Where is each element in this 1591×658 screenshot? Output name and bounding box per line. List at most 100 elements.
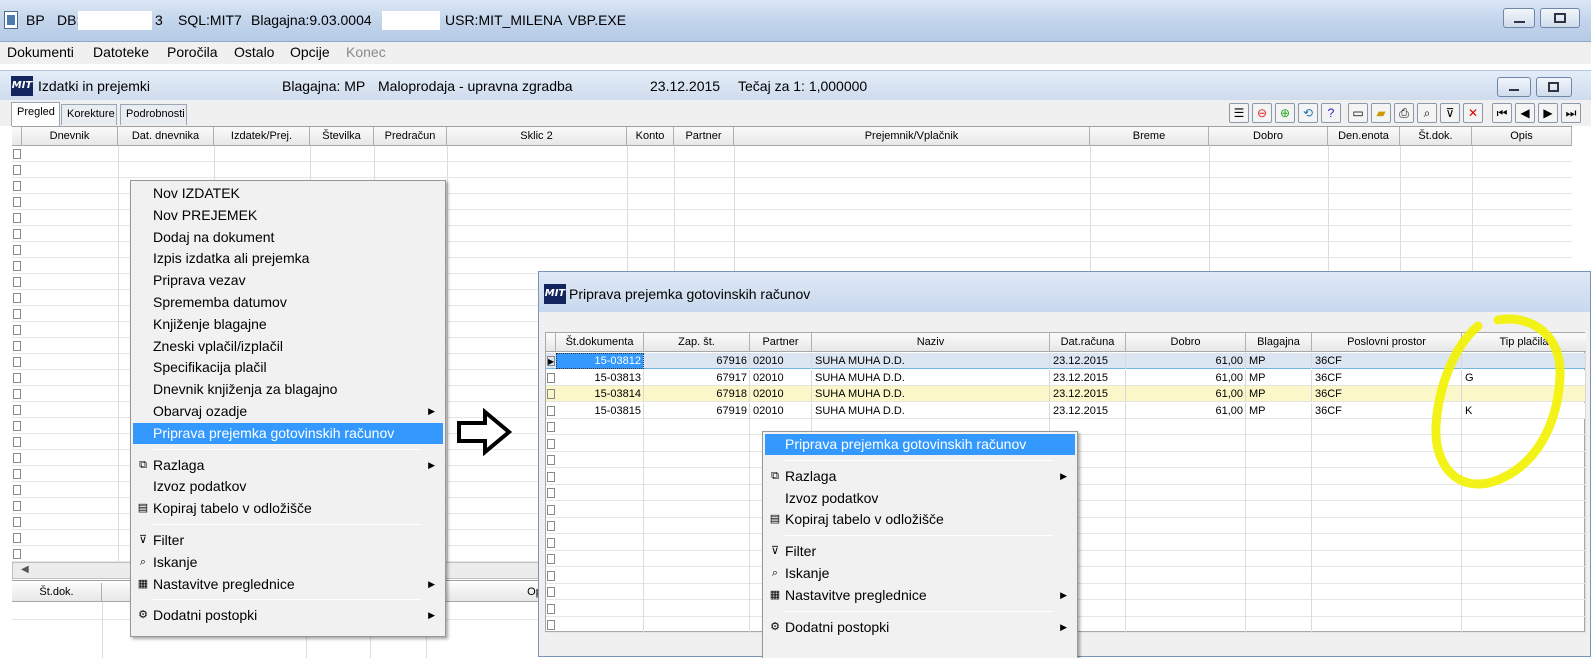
row-selector[interactable]	[13, 485, 21, 495]
row-selector[interactable]	[13, 293, 21, 303]
menu-item[interactable]: Izvoz podatkov	[133, 476, 443, 497]
nav-first-icon[interactable]: ⏮	[1492, 103, 1512, 123]
menu-item[interactable]: Sprememba datumov	[133, 292, 443, 313]
toolbar-add-icon[interactable]: ⊕	[1275, 103, 1295, 123]
cell-naziv[interactable]: SUHA MUHA D.D.	[812, 353, 1050, 369]
col-dobro[interactable]: Dobro	[1209, 127, 1328, 146]
row-selector[interactable]	[547, 455, 555, 465]
menu-item[interactable]: ⊽ Filter	[133, 530, 443, 551]
row-selector[interactable]	[13, 469, 21, 479]
tab-korekture[interactable]: Korekture	[61, 104, 117, 125]
row-selector[interactable]	[13, 405, 21, 415]
row-selector[interactable]	[547, 620, 555, 630]
menu-item[interactable]: ⧉ Razlaga ▶	[765, 466, 1075, 487]
menu-opcije[interactable]: Opcije	[290, 44, 330, 60]
row-selector[interactable]	[13, 325, 21, 335]
cell-dat-racuna[interactable]: 23.12.2015	[1050, 369, 1126, 386]
cell-naziv[interactable]: SUHA MUHA D.D.	[812, 402, 1050, 419]
toolbar-stop-icon[interactable]: ⊖	[1252, 103, 1272, 123]
col-partner[interactable]: Partner	[674, 127, 734, 146]
menu-item[interactable]: Nov IZDATEK	[133, 183, 443, 204]
cell-st-dokumenta[interactable]: 15-03815	[556, 402, 644, 419]
cell-dat-racuna[interactable]: 23.12.2015	[1050, 402, 1126, 419]
menu-dokumenti[interactable]: Dokumenti	[7, 44, 74, 60]
inner-restore-button[interactable]	[1536, 77, 1572, 97]
menu-item[interactable]: Izvoz podatkov	[765, 488, 1075, 509]
row-selector[interactable]	[13, 373, 21, 383]
row-selector[interactable]	[13, 181, 21, 191]
col-prejemnik[interactable]: Prejemnik/Vplačnik	[734, 127, 1090, 146]
dcol-naziv[interactable]: Naziv	[812, 333, 1050, 352]
dcol-zap-st[interactable]: Zap. št.	[644, 333, 750, 352]
cell-partner[interactable]: 02010	[750, 353, 812, 369]
cell-zap-st[interactable]: 67917	[644, 369, 750, 386]
row-selector[interactable]	[13, 389, 21, 399]
toolbar-list-icon[interactable]: ☰	[1229, 103, 1249, 123]
menu-item[interactable]: Priprava prejemka gotovinskih računov	[133, 422, 443, 444]
menu-porocila[interactable]: Poročila	[167, 44, 218, 60]
row-selector[interactable]	[547, 554, 555, 564]
row-selector[interactable]	[547, 372, 555, 383]
row-selector[interactable]	[13, 261, 21, 271]
menu-item[interactable]: Specifikacija plačil	[133, 357, 443, 378]
row-selector[interactable]	[547, 570, 555, 581]
toolbar-help-icon[interactable]: ?	[1321, 103, 1341, 123]
cell-blagajna[interactable]: MP	[1246, 353, 1312, 369]
col-predracun[interactable]: Predračun	[374, 127, 447, 146]
menu-item[interactable]: ▦ Nastavitve preglednice ▶	[133, 574, 443, 595]
toolbar-open-icon[interactable]: ▰	[1371, 103, 1391, 123]
row-selector[interactable]	[13, 197, 21, 207]
row-selector[interactable]	[13, 245, 21, 255]
cell-dobro[interactable]: 61,00	[1126, 353, 1246, 369]
app-icon[interactable]	[4, 11, 18, 29]
menu-item[interactable]: Zneski vplačil/izplačil	[133, 336, 443, 357]
row-selector[interactable]	[547, 537, 555, 548]
dcol-dobro[interactable]: Dobro	[1126, 333, 1246, 352]
dcol-st-dokumenta[interactable]: Št.dokumenta	[556, 333, 644, 352]
cell-blagajna[interactable]: MP	[1246, 369, 1312, 386]
col-breme[interactable]: Breme	[1090, 127, 1209, 146]
inner-minimize-button[interactable]	[1497, 77, 1531, 97]
row-selector[interactable]	[547, 389, 555, 399]
menu-item[interactable]: Knjiženje blagajne	[133, 314, 443, 335]
cell-dobro[interactable]: 61,00	[1126, 369, 1246, 386]
row-selector[interactable]	[13, 533, 21, 543]
toolbar-search-icon[interactable]: ⌕	[1417, 103, 1437, 123]
row-selector[interactable]	[547, 587, 555, 597]
cell-dat-racuna[interactable]: 23.12.2015	[1050, 386, 1126, 402]
row-selector[interactable]	[13, 277, 21, 287]
menu-item[interactable]: ⌕ Iskanje	[765, 563, 1075, 584]
menu-item[interactable]: ⧉ Razlaga ▶	[133, 455, 443, 476]
toolbar-print-icon[interactable]: ⎙	[1394, 103, 1414, 123]
row-selector[interactable]	[13, 309, 21, 319]
cell-st-dokumenta[interactable]: 15-03812	[556, 353, 644, 369]
menu-item[interactable]: Nov PREJEMEK	[133, 205, 443, 226]
cell-dobro[interactable]: 61,00	[1126, 402, 1246, 419]
menu-item[interactable]: ⌕ Iskanje	[133, 552, 443, 573]
cell-blagajna[interactable]: MP	[1246, 402, 1312, 419]
row-selector[interactable]	[547, 422, 555, 432]
row-selector[interactable]	[13, 149, 21, 159]
row-selector[interactable]	[547, 471, 555, 482]
cell-naziv[interactable]: SUHA MUHA D.D.	[812, 369, 1050, 386]
col-opis[interactable]: Opis	[1472, 127, 1572, 146]
row-selector[interactable]	[547, 521, 555, 531]
menu-item[interactable]: Dnevnik knjiženja za blagajno	[133, 379, 443, 400]
cell-st-dokumenta[interactable]: 15-03813	[556, 369, 644, 386]
cell-naziv[interactable]: SUHA MUHA D.D.	[812, 386, 1050, 402]
minimize-button[interactable]	[1503, 8, 1535, 28]
lower-col-st-dok[interactable]: Št.dok.	[12, 583, 102, 602]
row-selector[interactable]	[13, 229, 21, 239]
cell-partner[interactable]: 02010	[750, 402, 812, 419]
row-selector[interactable]	[13, 213, 21, 223]
row-selector[interactable]	[547, 603, 555, 614]
cell-st-dokumenta[interactable]: 15-03814	[556, 386, 644, 402]
row-selector[interactable]	[547, 488, 555, 498]
row-selector[interactable]	[13, 421, 21, 431]
menu-item[interactable]: Dodaj na dokument	[133, 227, 443, 248]
toolbar-delete-icon[interactable]: ✕	[1463, 103, 1483, 123]
row-selector[interactable]: ▶	[547, 356, 555, 366]
nav-next-icon[interactable]: ▶	[1538, 103, 1558, 123]
menu-item[interactable]: ⊽ Filter	[765, 541, 1075, 562]
dcol-partner[interactable]: Partner	[750, 333, 812, 352]
